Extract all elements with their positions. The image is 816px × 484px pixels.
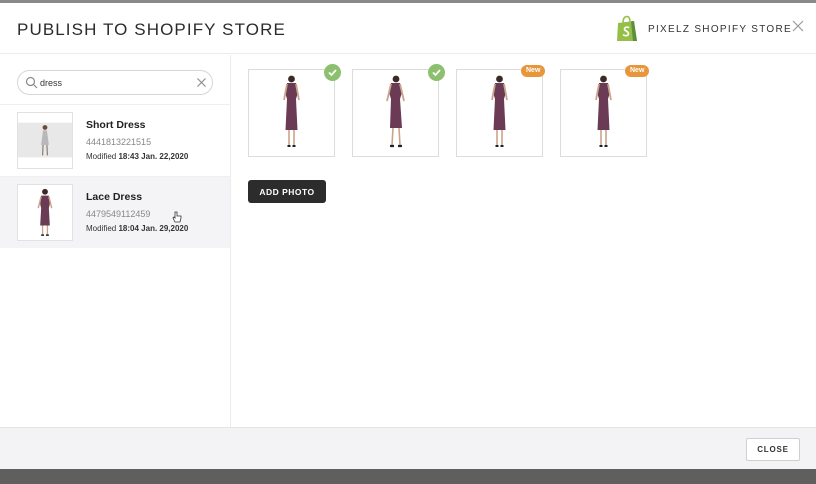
publish-modal: PUBLISH TO SHOPIFY STORE PIXELZ SHOPIFY …	[0, 3, 816, 469]
search-box[interactable]	[17, 70, 213, 95]
product-list: Short Dress 4441813221515 Modified 18:43…	[0, 104, 230, 248]
close-icon[interactable]	[792, 20, 804, 32]
product-modified: Modified 18:04 Jan. 29,2020	[86, 224, 188, 233]
product-id: 4479549112459	[86, 209, 151, 219]
product-modified: Modified 18:43 Jan. 22,2020	[86, 152, 188, 161]
photo-tile[interactable]: New	[456, 65, 546, 157]
product-name: Lace Dress	[86, 191, 143, 203]
modal-header: PUBLISH TO SHOPIFY STORE PIXELZ SHOPIFY …	[0, 3, 816, 54]
add-photo-button[interactable]: ADD PHOTO	[248, 180, 326, 203]
product-name: Short Dress	[86, 119, 146, 131]
product-sidebar: Short Dress 4441813221515 Modified 18:43…	[0, 55, 231, 428]
modified-date: 18:43 Jan. 22,2020	[118, 152, 189, 161]
photo-tile[interactable]	[248, 64, 341, 157]
modified-date: 18:04 Jan. 29,2020	[118, 224, 189, 233]
product-thumbnail	[17, 112, 73, 169]
check-icon	[428, 64, 445, 81]
lace-dress-image	[18, 185, 72, 240]
photo-tile[interactable]	[352, 64, 445, 157]
shopify-bag-icon	[617, 15, 637, 41]
photo-grid: New New	[248, 64, 650, 157]
dress-photo	[386, 75, 405, 148]
modified-label: Modified	[86, 224, 117, 233]
dress-photo	[491, 75, 508, 147]
dress-photo	[595, 75, 612, 147]
search-icon	[25, 76, 38, 89]
product-thumbnail	[17, 184, 73, 241]
store-name: PIXELZ SHOPIFY STORE	[648, 23, 792, 35]
modal-footer: CLOSE	[0, 427, 816, 469]
product-id: 4441813221515	[86, 137, 152, 147]
photo-tile[interactable]: New	[560, 65, 650, 157]
product-item-lace-dress[interactable]: Lace Dress 4479549112459 Modified 18:04 …	[0, 176, 230, 248]
clear-icon[interactable]	[196, 77, 207, 88]
modified-label: Modified	[86, 152, 117, 161]
store-indicator: PIXELZ SHOPIFY STORE	[614, 15, 792, 43]
search-input[interactable]	[40, 74, 190, 91]
hand-cursor-icon	[172, 211, 182, 223]
modal-title: PUBLISH TO SHOPIFY STORE	[17, 20, 286, 39]
new-badge: New	[625, 65, 650, 77]
short-dress-image	[18, 113, 72, 168]
product-item-short-dress[interactable]: Short Dress 4441813221515 Modified 18:43…	[0, 104, 230, 176]
photo-panel: New New ADD PHOTO	[231, 55, 816, 428]
check-icon	[324, 64, 341, 81]
close-button[interactable]: CLOSE	[746, 438, 800, 461]
new-badge: New	[521, 65, 546, 77]
dress-photo	[283, 75, 300, 147]
backdrop-bottom	[0, 469, 816, 484]
